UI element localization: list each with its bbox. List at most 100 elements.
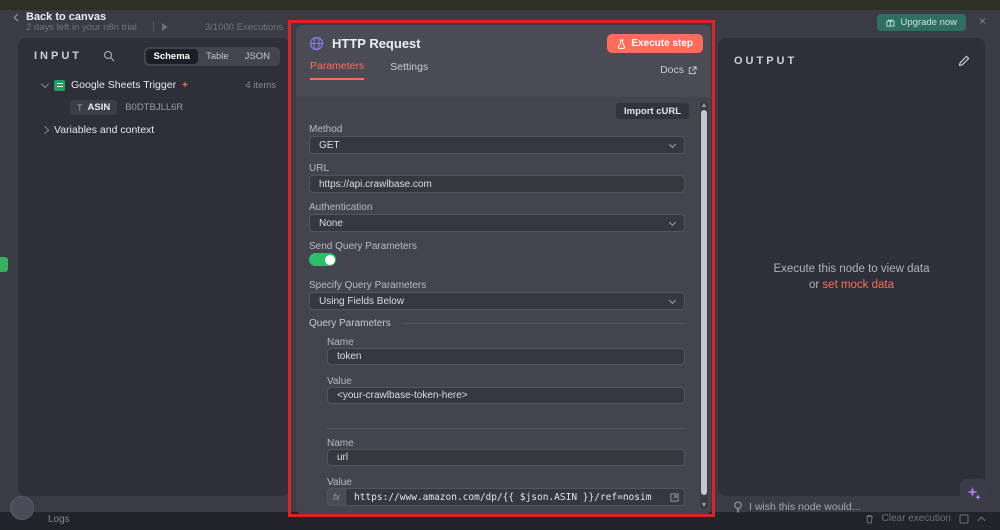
trash-icon[interactable] [865,514,874,524]
specify-query-label: Specify Query Parameters [309,280,426,291]
play-icon [162,23,168,31]
param2-name-input[interactable]: url [327,449,685,466]
pencil-icon [958,55,970,67]
chevron-right-icon[interactable] [41,126,49,134]
expression-text: https://www.amazon.com/dp/{{ $json.ASIN … [346,492,659,503]
or-text: or [809,279,819,291]
fx-icon: fx [328,489,346,505]
node-input-connector[interactable] [0,257,8,272]
scroll-up-arrow[interactable] [702,103,706,107]
wish-text: I wish this node would... [749,501,860,513]
query-parameters-section: Query Parameters [309,318,685,329]
bottom-bar [0,512,1000,530]
trial-banner-strip [0,0,1000,10]
expand-expression-button[interactable] [670,493,679,502]
input-view-switcher: Schema Table JSON [144,47,281,66]
node-title: HTTP Request [332,36,421,51]
expand-icon [670,493,679,502]
authentication-select[interactable]: None [309,214,685,232]
upgrade-now-button[interactable]: Upgrade now [877,14,966,31]
lightbulb-icon [733,501,743,513]
input-panel-title: INPUT [34,50,82,62]
execute-step-button[interactable]: Execute step [607,34,703,53]
parameters-form: Import cURL Method GET URL https://api.c… [296,97,711,514]
schema-field-row[interactable]: T ASIN B0DTBJLL6R [70,96,290,119]
url-label: URL [309,163,329,174]
query-parameters-label: Query Parameters [309,318,391,329]
send-query-label: Send Query Parameters [309,241,417,252]
http-request-modal: HTTP Request Execute step Parameters Set… [296,25,711,514]
items-count-badge: 4 items [245,80,276,91]
import-curl-button[interactable]: Import cURL [616,103,689,119]
n8n-node-detail-view: Back to canvas 2 days left in your n8n t… [0,0,1000,530]
globe-icon [309,36,324,51]
clear-execution-group: Clear execution [865,513,986,524]
authentication-label: Authentication [309,202,372,213]
specify-query-value: Using Fields Below [319,296,404,307]
method-select[interactable]: GET [309,136,685,154]
param1-name-label: Name [327,337,354,348]
output-empty-state: Execute this node to view data or set mo… [718,263,985,291]
param1-value-input[interactable]: <your-crawlbase-token-here> [327,387,685,404]
input-node-row[interactable]: Google Sheets Trigger + 4 items [18,74,290,96]
clear-execution-button[interactable]: Clear execution [882,513,951,524]
docs-link[interactable]: Docs [660,64,697,76]
edit-output-button[interactable] [953,50,975,72]
feedback-prompt[interactable]: I wish this node would... [733,501,860,513]
google-sheets-icon [54,80,65,91]
sparkles-icon [966,485,982,501]
param1-name-input[interactable]: token [327,348,685,365]
tab-table[interactable]: Table [198,49,237,64]
tab-settings[interactable]: Settings [390,61,428,79]
banner-close-icon[interactable]: × [979,14,986,28]
url-input[interactable]: https://api.crawlbase.com [309,175,685,193]
external-link-icon [688,66,697,75]
toggle-knob [325,255,335,265]
method-value: GET [319,140,340,151]
chevron-down-icon [669,140,676,147]
modal-scrollbar[interactable] [700,101,708,509]
authentication-value: None [319,218,343,229]
param2-value-expression[interactable]: fx https://www.amazon.com/dp/{{ $json.AS… [327,488,685,506]
upgrade-label: Upgrade now [900,17,957,28]
docs-label: Docs [660,64,684,76]
gift-icon [886,18,895,27]
flask-icon [617,39,626,49]
param2-name-value: url [337,452,348,463]
user-avatar[interactable] [10,496,34,520]
string-type-icon: T [77,103,83,113]
search-icon[interactable] [103,50,115,62]
node-pin-indicator: + [182,80,188,91]
input-panel: INPUT Schema Table JSON Google Sheets Tr… [18,38,290,496]
variables-context-label: Variables and context [54,124,154,136]
executions-count: 3/1000 Executions [205,22,283,33]
param1-value: <your-crawlbase-token-here> [337,390,468,401]
field-name: ASIN [88,102,111,113]
chevron-down-icon[interactable] [41,79,49,87]
back-arrow-icon[interactable] [12,13,21,22]
url-value: https://api.crawlbase.com [319,179,432,190]
chevron-down-icon [669,218,676,225]
ai-assistant-button[interactable] [960,479,987,506]
field-type-pill[interactable]: T ASIN [70,100,117,115]
tab-parameters[interactable]: Parameters [310,60,364,80]
chevron-up-icon[interactable] [977,516,986,522]
param2-value-label: Value [327,477,352,488]
param1-name-value: token [337,351,361,362]
section-rule [401,323,685,324]
output-panel-title: OUTPUT [734,55,797,67]
scroll-down-arrow[interactable] [702,503,706,507]
empty-state-text: Execute this node to view data [718,263,985,275]
output-panel: OUTPUT Execute this node to view data or… [718,38,985,496]
scrollbar-thumb[interactable] [701,110,707,495]
specify-query-select[interactable]: Using Fields Below [309,292,685,310]
variables-context-row[interactable]: Variables and context [18,119,290,141]
set-mock-data-link[interactable]: set mock data [822,279,894,291]
tab-json[interactable]: JSON [237,49,278,64]
send-query-toggle[interactable] [309,253,336,266]
tab-schema[interactable]: Schema [146,49,198,64]
trial-countdown-text: 2 days left in your n8n trial [26,22,137,33]
logs-toggle[interactable]: Logs [48,514,70,525]
panel-icon[interactable] [959,514,969,524]
method-label: Method [309,124,342,135]
